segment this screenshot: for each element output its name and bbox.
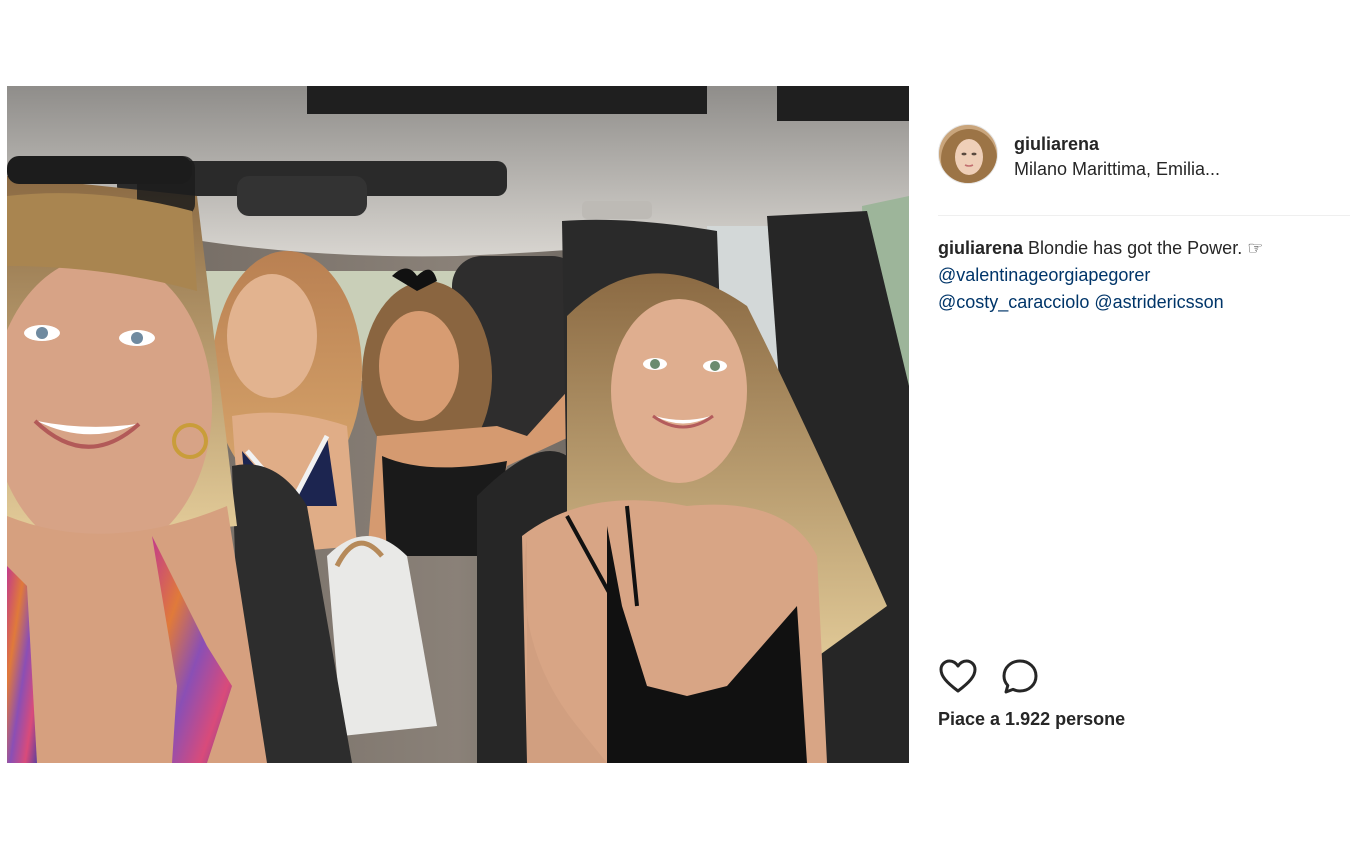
avatar[interactable] [938,124,998,184]
mention-astrid[interactable]: @astridericsson [1094,292,1223,312]
likes-count[interactable]: Piace a 1.922 persone [938,709,1125,730]
post-caption: giuliarena Blondie has got the Power. ☞ … [938,235,1338,316]
comment-button[interactable] [1000,657,1040,697]
car-selfie-photo [7,86,909,763]
mention-valentina[interactable]: @valentinageorgiapegorer [938,265,1150,285]
post-header: giuliarena Milano Marittima, Emilia... [938,124,1350,186]
caption-username[interactable]: giuliarena [938,238,1023,258]
post-sidebar: giuliarena Milano Marittima, Emilia... g… [938,86,1350,763]
caption-text: Blondie has got the Power. ☞ [1028,238,1264,258]
heart-icon [939,659,977,693]
comment-bubble-icon [1002,659,1038,694]
avatar-image [939,125,997,183]
like-button[interactable] [938,657,978,697]
mention-costy[interactable]: @costy_caracciolo [938,292,1089,312]
instagram-post: giuliarena Milano Marittima, Emilia... g… [7,86,1350,763]
post-photo[interactable] [7,86,909,763]
post-location[interactable]: Milano Marittima, Emilia... [1014,159,1220,180]
post-username[interactable]: giuliarena [1014,134,1099,155]
post-actions [938,657,1138,697]
divider [938,215,1350,216]
